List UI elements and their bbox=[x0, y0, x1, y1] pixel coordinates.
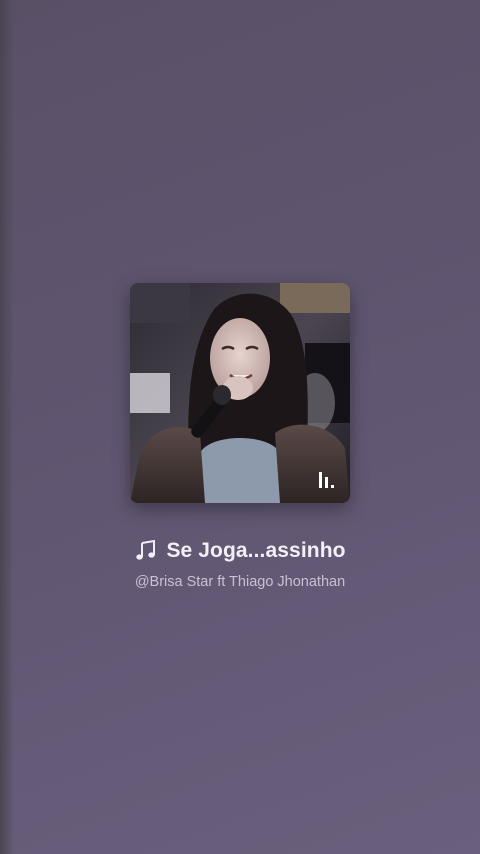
music-service-logo-icon bbox=[319, 472, 334, 488]
album-cover[interactable] bbox=[130, 283, 350, 503]
screen-edge-shadow bbox=[0, 0, 14, 854]
music-note-icon bbox=[136, 539, 156, 560]
track-title: Se Joga...assinho bbox=[166, 539, 346, 562]
track-artist[interactable]: @Brisa Star ft Thiago Jhonathan bbox=[0, 574, 480, 590]
track-title-row[interactable]: Se Joga...assinho bbox=[0, 536, 480, 566]
